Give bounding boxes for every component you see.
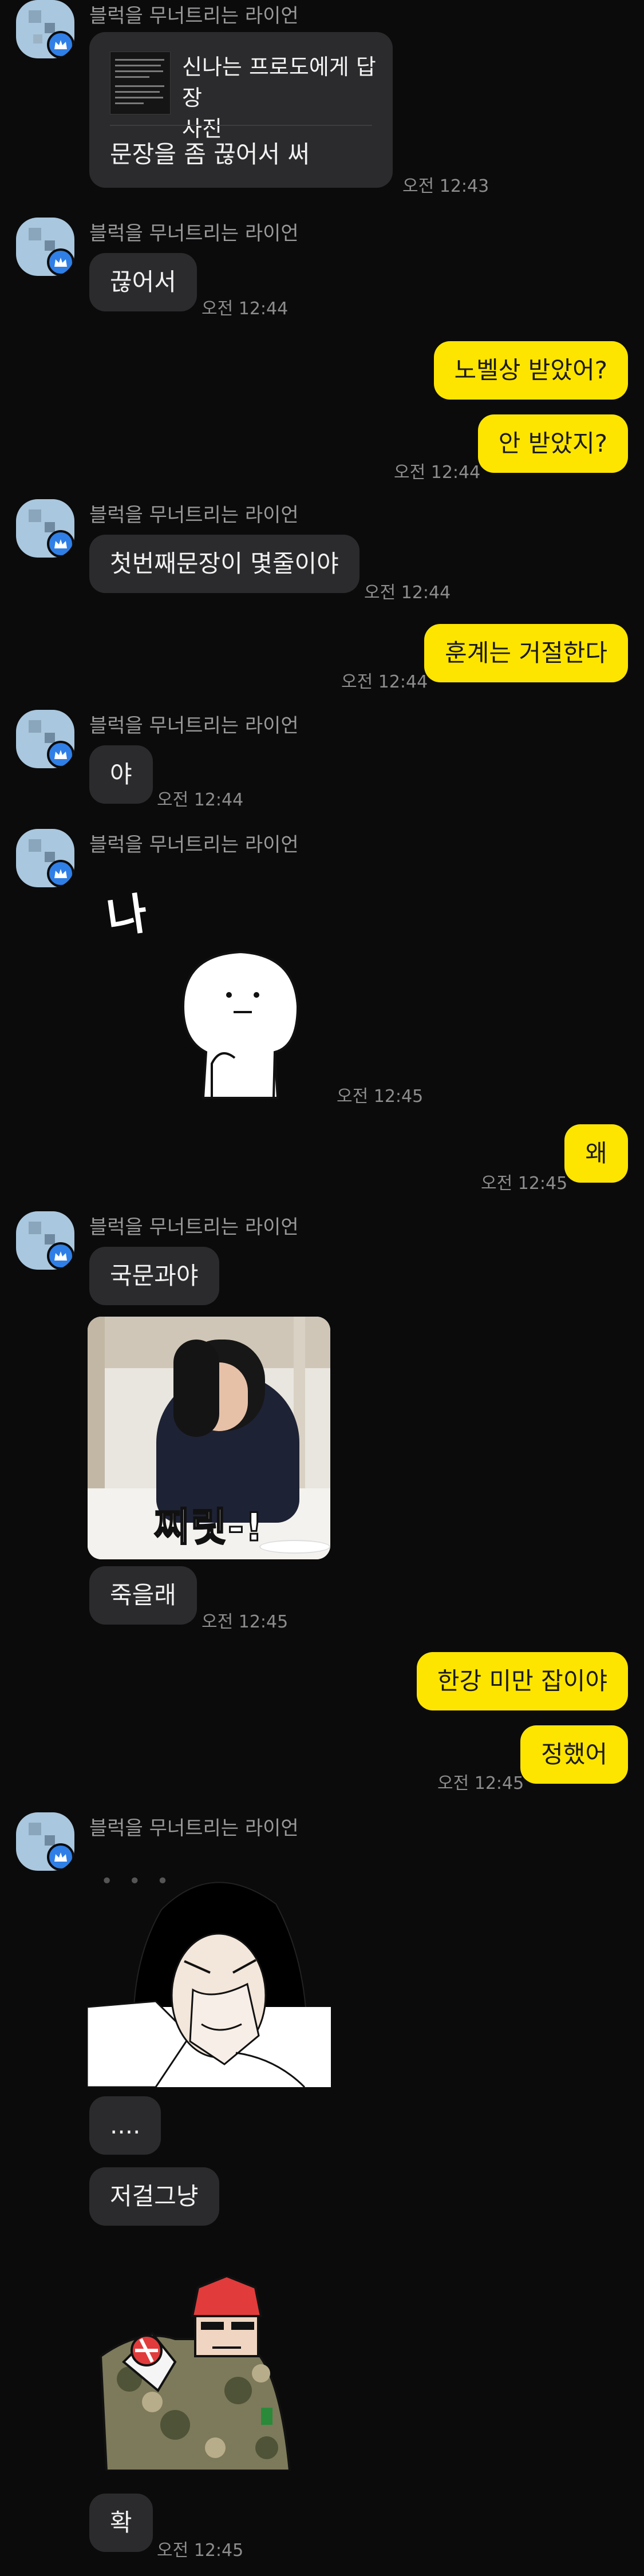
sender-name: 블럭을 무너트리는 라이언: [89, 5, 299, 27]
crown-badge-icon: [47, 248, 74, 276]
message-time: 오전 12:44: [157, 790, 244, 810]
avatar[interactable]: [16, 1211, 74, 1270]
avatar[interactable]: [16, 218, 74, 276]
outgoing-message-bubble[interactable]: 정했어: [520, 1725, 628, 1784]
sticker-caption: 나: [104, 887, 151, 944]
outgoing-message-bubble[interactable]: 한강 미만 잡이야: [416, 1652, 628, 1710]
message-time: 오전 12:45: [481, 1174, 568, 1194]
message-bubble[interactable]: 죽을래: [89, 1566, 197, 1625]
message-bubble[interactable]: 확: [89, 2494, 153, 2552]
divider: [110, 125, 372, 126]
sticker-image[interactable]: [172, 926, 309, 1104]
message-time: 오전 12:44: [364, 583, 451, 603]
outgoing-message-bubble[interactable]: 안 받았지?: [477, 414, 628, 473]
sender-name: 블럭을 무너트리는 라이언: [89, 833, 299, 856]
avatar[interactable]: [16, 1812, 74, 1871]
message-time: 오전 12:44: [202, 299, 289, 319]
reply-bubble[interactable]: 신나는 프로도에게 답장 사진 문장을 좀 끊어서 써: [89, 32, 393, 188]
message-time: 오전 12:45: [437, 1773, 524, 1793]
photo-caption: 찌릿-!: [153, 1504, 264, 1551]
sender-name: 블럭을 무너트리는 라이언: [89, 222, 299, 245]
message-bubble[interactable]: 끊어서: [89, 253, 197, 311]
reply-photo-thumbnail: [110, 52, 171, 114]
message-text: 문장을 좀 끊어서 써: [110, 140, 310, 168]
message-bubble[interactable]: 저걸그냥: [89, 2167, 219, 2226]
reply-target: 신나는 프로도에게 답장: [182, 54, 376, 110]
outgoing-message-bubble[interactable]: 훈계는 거절한다: [424, 624, 628, 682]
photo-attachment[interactable]: 찌릿-!: [88, 1317, 330, 1559]
avatar[interactable]: [16, 829, 74, 887]
crown-badge-icon: [47, 530, 74, 558]
reply-message[interactable]: 신나는 프로도에게 답장 사진 문장을 좀 끊어서 써 오전 12:43: [0, 32, 644, 196]
outgoing-message-bubble[interactable]: 왜: [564, 1124, 628, 1183]
message-bubble[interactable]: 첫번째문장이 몇줄이야: [89, 535, 359, 593]
sender-name: 블럭을 무너트리는 라이언: [89, 1216, 299, 1239]
message-time: 오전 12:44: [341, 672, 428, 692]
crown-badge-icon: [47, 860, 74, 887]
message-time: 오전 12:44: [394, 463, 481, 483]
crown-badge-icon: [47, 1843, 74, 1871]
message-bubble[interactable]: 국문과야: [89, 1247, 219, 1305]
message-time: 오전 12:45: [157, 2541, 244, 2561]
sender-name: 블럭을 무너트리는 라이언: [89, 504, 299, 527]
message-time: 오전 12:45: [337, 1086, 424, 1107]
sticker-image[interactable]: [87, 1864, 331, 2087]
reply-quote: 신나는 프로도에게 답장 사진: [182, 52, 377, 144]
crown-badge-icon: [47, 741, 74, 768]
sender-name: 블럭을 무너트리는 라이언: [89, 1817, 299, 1840]
message-bubble[interactable]: 야: [89, 745, 153, 804]
message-bubble[interactable]: ....: [89, 2096, 161, 2155]
avatar[interactable]: [16, 499, 74, 558]
message-time: 오전 12:45: [202, 1612, 289, 1632]
sticker-image[interactable]: [89, 2276, 307, 2471]
avatar[interactable]: [16, 710, 74, 768]
outgoing-message-bubble[interactable]: 노벨상 받았어?: [433, 341, 628, 400]
message-time: 오전 12:43: [402, 176, 489, 196]
crown-badge-icon: [47, 1242, 74, 1270]
sender-name: 블럭을 무너트리는 라이언: [89, 714, 299, 737]
